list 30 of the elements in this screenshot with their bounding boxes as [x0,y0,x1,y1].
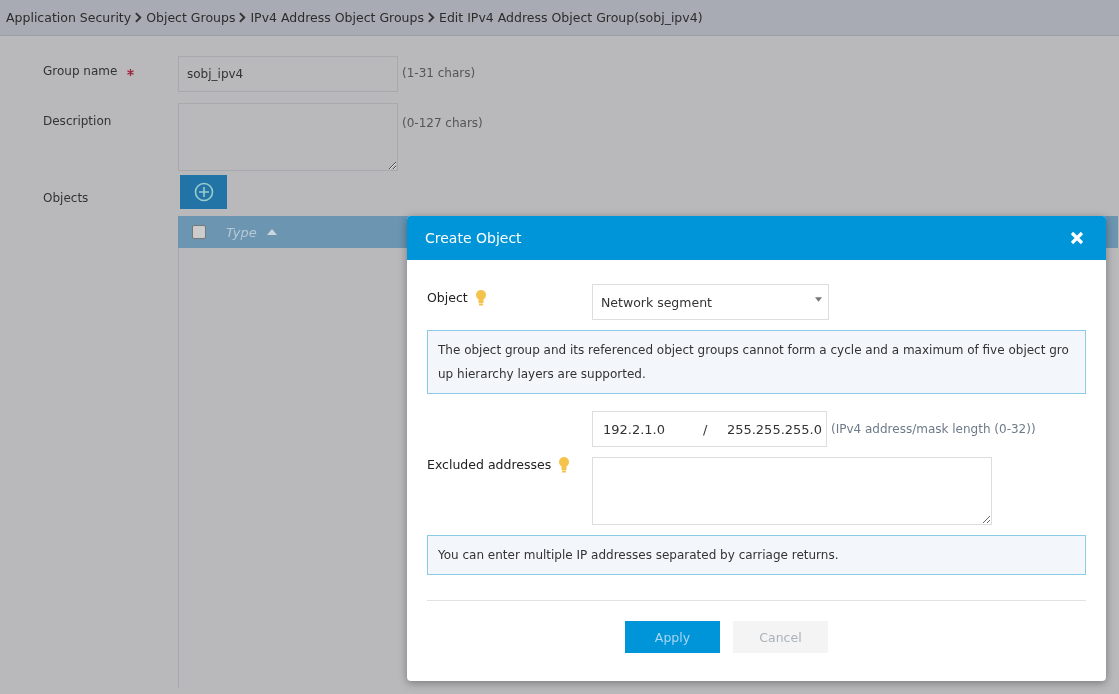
info-box: The object group and its referenced object groups cannot form a cycle and a maximum of five object group hierarchy layers are supported. [427,330,1086,394]
address-field[interactable]: 192.2.1.0 / 255.255.255.0 [592,411,827,447]
add-button[interactable] [180,175,227,209]
field-label: Objects [43,191,89,205]
field-label: Description [43,114,112,128]
info-box: You can enter multiple IP addresses separated by carriage returns. [427,535,1086,575]
chevron-right-icon [428,12,435,23]
plus-circle-icon [193,182,214,202]
chevron-right-icon [135,12,143,23]
dialog-title: Create Object [425,230,522,246]
field-hint: (IPv4 address/mask length (0-32)) [831,422,1036,436]
excluded-addresses-field[interactable] [592,457,992,525]
lightbulb-icon[interactable] [559,457,570,473]
field-hint: (1-31 chars) [402,66,476,80]
object-dropdown[interactable]: Network segment [592,284,829,320]
checkbox[interactable] [192,225,206,239]
field-hint: (0-127 chars) [402,116,483,130]
field-label: Excluded addresses [427,457,552,473]
close-icon[interactable] [1070,231,1084,245]
description-field[interactable] [178,103,398,171]
caret-icon [815,296,822,302]
lightbulb-icon[interactable] [475,290,486,306]
breadcrumb-link[interactable]: Edit IPv4 Address Object Group(sobj_ipv4) [439,10,703,25]
chevron-right-icon [239,12,247,23]
breadcrumb-link[interactable]: IPv4 Address Object Groups [250,10,424,25]
breadcrumb-link[interactable]: Object Groups [146,10,236,25]
group-name-field[interactable]: sobj_ipv4 [178,56,398,92]
breadcrumb-link[interactable]: Application Security [6,10,132,25]
field-label: Object [427,290,468,306]
field-label: Group name [43,64,118,78]
